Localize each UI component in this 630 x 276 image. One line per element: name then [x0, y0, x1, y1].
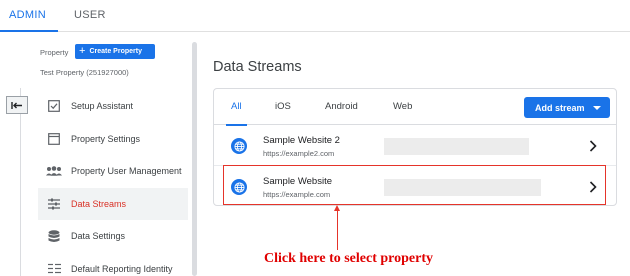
streams-icon	[40, 198, 68, 210]
sidebar-scrollbar[interactable]	[192, 42, 197, 276]
tab-ios[interactable]: iOS	[275, 89, 291, 125]
redacted-stream-id	[384, 138, 529, 155]
sidebar-item-label: Default Reporting Identity	[71, 263, 173, 274]
people-icon	[40, 166, 68, 177]
sidebar-item-label: Setup Assistant	[71, 101, 134, 112]
back-arrow-icon	[11, 101, 22, 109]
annotation-highlight-box	[223, 165, 606, 205]
caret-down-icon	[592, 105, 601, 110]
sidebar-item-property-user-management[interactable]: Property User Management	[38, 155, 188, 188]
sidebar-item-label: Data Streams	[71, 198, 127, 209]
identity-icon	[40, 263, 68, 274]
page-title: Data Streams	[213, 59, 302, 75]
create-property-button[interactable]: + Create Property	[75, 44, 155, 59]
globe-icon	[231, 138, 247, 154]
back-button[interactable]	[6, 96, 28, 114]
sidebar-nav: Setup Assistant Property Settings Proper…	[38, 90, 188, 276]
left-rail-divider	[20, 88, 21, 276]
property-label: Property	[40, 48, 69, 57]
add-stream-button[interactable]: Add stream	[524, 97, 610, 118]
tab-admin[interactable]: ADMIN	[0, 0, 58, 32]
sidebar-item-property-settings[interactable]: Property Settings	[38, 123, 188, 156]
annotation-arrow-line	[337, 210, 338, 250]
property-name: Test Property (251927000)	[40, 68, 129, 77]
tab-web[interactable]: Web	[393, 89, 412, 125]
sidebar-item-data-settings[interactable]: Data Settings	[38, 220, 188, 253]
annotation-callout-text: Click here to select property	[264, 251, 433, 266]
stream-name: Sample Website 2	[263, 135, 340, 146]
sidebar-item-label: Property User Management	[71, 166, 182, 177]
add-stream-label: Add stream	[535, 102, 585, 113]
tab-user[interactable]: USER	[74, 0, 114, 32]
tab-android[interactable]: Android	[325, 89, 358, 125]
tab-all[interactable]: All	[226, 89, 246, 126]
sidebar-item-data-streams[interactable]: Data Streams	[38, 187, 188, 220]
sidebar-item-label: Property Settings	[71, 133, 141, 144]
chevron-right-icon	[589, 139, 597, 157]
stream-url: https://example2.com	[263, 149, 335, 158]
top-tab-bar: ADMIN USER	[0, 0, 630, 32]
sidebar-item-label: Data Settings	[71, 231, 126, 242]
create-property-label: Create Property	[89, 48, 142, 55]
stream-row[interactable]: Sample Website 2 https://example2.com	[214, 126, 616, 166]
stream-filter-tabs: All iOS Android Web Add stream	[214, 89, 616, 126]
database-icon	[40, 230, 68, 243]
sidebar-item-setup-assistant[interactable]: Setup Assistant	[38, 90, 188, 123]
plus-icon: +	[79, 45, 86, 57]
sidebar-item-default-reporting-identity[interactable]: Default Reporting Identity	[38, 253, 188, 276]
checkbox-icon	[40, 100, 68, 113]
window-icon	[40, 132, 68, 145]
